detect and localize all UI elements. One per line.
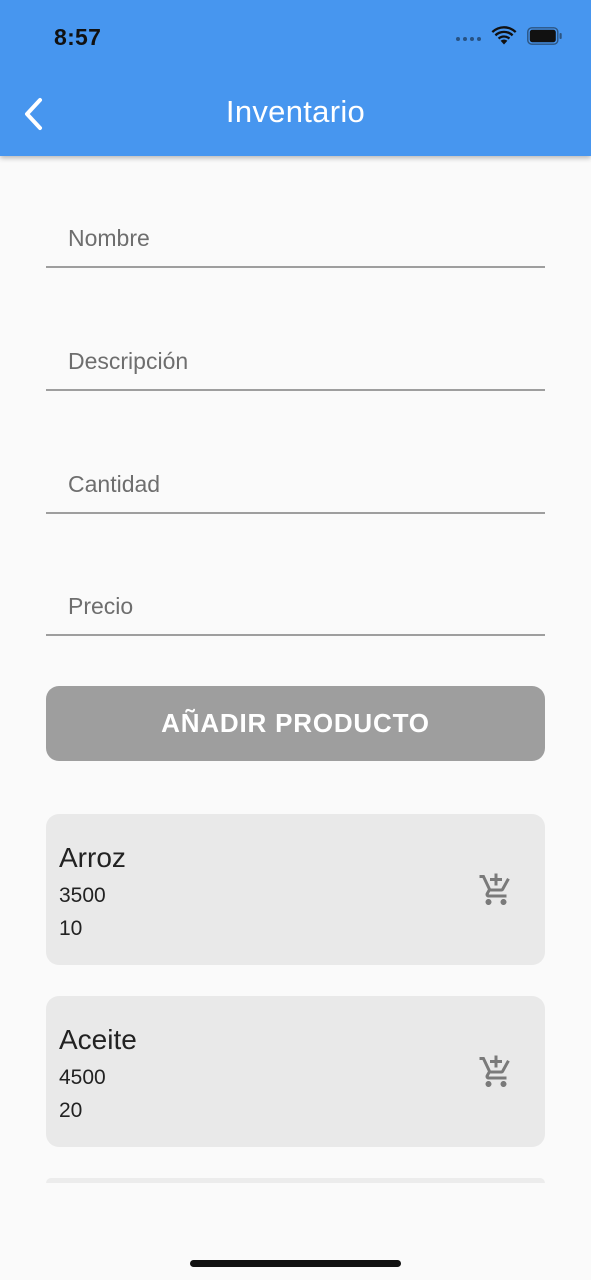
app-bar: 8:57 Inventario <box>0 0 591 156</box>
precio-field[interactable] <box>46 566 545 636</box>
cantidad-input[interactable] <box>46 464 545 504</box>
cantidad-field[interactable] <box>46 444 545 514</box>
status-icons <box>456 26 563 46</box>
descripcion-input[interactable] <box>46 341 545 381</box>
wifi-icon <box>491 26 517 45</box>
product-name: Arroz <box>59 842 126 873</box>
home-indicator[interactable] <box>190 1260 401 1267</box>
product-quantity: 20 <box>59 1099 83 1122</box>
product-price: 3500 <box>59 884 106 907</box>
nombre-field[interactable] <box>46 198 545 268</box>
status-time: 8:57 <box>54 24 102 50</box>
add-shopping-cart-icon[interactable] <box>478 872 514 908</box>
product-quantity: 10 <box>59 917 83 940</box>
add-shopping-cart-icon[interactable] <box>478 1054 514 1090</box>
page-title: Inventario <box>225 94 366 129</box>
signal-dots-icon <box>456 37 481 41</box>
product-price: 4500 <box>59 1066 106 1089</box>
product-card[interactable]: Aceite 4500 20 <box>46 996 545 1147</box>
product-card-partial <box>46 1178 545 1183</box>
add-product-button[interactable]: AÑADIR PRODUCTO <box>46 686 545 761</box>
nombre-input[interactable] <box>46 218 545 258</box>
descripcion-field[interactable] <box>46 321 545 391</box>
battery-icon <box>527 27 562 45</box>
product-card[interactable]: Arroz 3500 10 <box>46 814 545 965</box>
precio-input[interactable] <box>46 586 545 626</box>
product-name: Aceite <box>59 1024 137 1055</box>
